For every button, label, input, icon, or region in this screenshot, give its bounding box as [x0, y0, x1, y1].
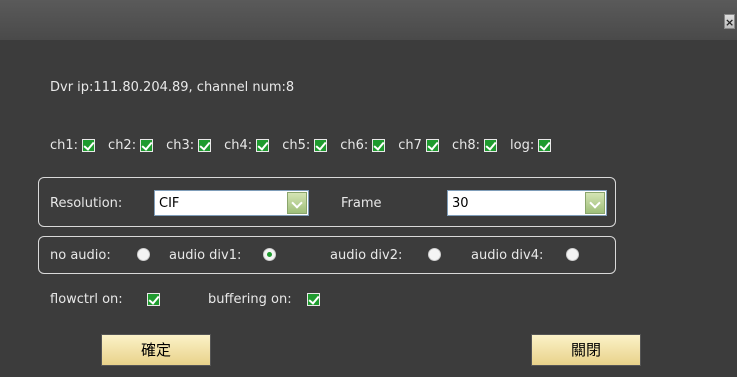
audio-div2-label: audio div2: [330, 248, 403, 263]
flowctrl-label: flowctrl on: [50, 292, 123, 307]
checkbox-checked-icon[interactable] [425, 139, 439, 152]
channel-log[interactable]: log: [510, 138, 552, 153]
channel-label: ch1: [50, 138, 79, 153]
resolution-value: CIF [159, 196, 180, 211]
checkbox-checked-icon[interactable] [256, 139, 270, 152]
channel-label: ch3: [166, 138, 195, 153]
channel-ch2[interactable]: ch2: [108, 138, 154, 153]
resolution-select[interactable]: CIF [154, 190, 309, 216]
checkbox-checked-icon[interactable] [372, 139, 386, 152]
audio-div2-radio[interactable] [428, 248, 441, 261]
audio-div4-radio[interactable] [566, 248, 579, 261]
frame-select[interactable]: 30 [447, 190, 607, 216]
checkbox-checked-icon[interactable] [538, 139, 552, 152]
channel-label: ch6: [340, 138, 369, 153]
close-icon[interactable]: × [724, 14, 735, 29]
close-button[interactable]: 關閉 [531, 334, 641, 366]
channel-ch4[interactable]: ch4: [224, 138, 270, 153]
channel-checkbox-row: ch1: ch2: ch3: ch4: ch5: ch6: ch7 ch8: l… [50, 138, 564, 153]
frame-value: 30 [452, 196, 469, 211]
audio-div1-radio[interactable] [263, 248, 276, 261]
buffering-checkbox[interactable] [307, 293, 320, 306]
channel-label: ch5: [282, 138, 311, 153]
buffering-label: buffering on: [208, 292, 292, 307]
audio-div1-label: audio div1: [169, 248, 242, 263]
flowctrl-checkbox[interactable] [147, 293, 160, 306]
checkbox-checked-icon[interactable] [314, 139, 328, 152]
settings-dialog: × Dvr ip:111.80.204.89, channel num:8 ch… [0, 0, 737, 377]
frame-label: Frame [341, 196, 382, 211]
audio-div4-label: audio div4: [471, 248, 544, 263]
no-audio-label: no audio: [50, 248, 111, 263]
channel-ch3[interactable]: ch3: [166, 138, 212, 153]
no-audio-radio[interactable] [137, 248, 150, 261]
title-bar[interactable]: × [0, 0, 737, 40]
checkbox-checked-icon[interactable] [82, 139, 96, 152]
channel-label: ch4: [224, 138, 253, 153]
channel-ch1[interactable]: ch1: [50, 138, 96, 153]
channel-ch8[interactable]: ch8: [452, 138, 497, 153]
channel-label: ch8: [451, 138, 480, 153]
checkbox-checked-icon[interactable] [198, 139, 212, 152]
channel-ch7[interactable]: ch7 [398, 138, 439, 153]
channel-label: ch2: [108, 138, 137, 153]
chevron-down-icon[interactable] [585, 192, 605, 214]
dvr-info-text: Dvr ip:111.80.204.89, channel num:8 [50, 80, 295, 95]
channel-label: ch7 [398, 138, 422, 153]
confirm-button[interactable]: 確定 [101, 334, 211, 366]
chevron-down-icon[interactable] [287, 192, 307, 214]
resolution-label: Resolution: [50, 196, 123, 211]
channel-ch6[interactable]: ch6: [340, 138, 386, 153]
channel-label: log: [510, 138, 535, 153]
checkbox-checked-icon[interactable] [484, 139, 497, 152]
checkbox-checked-icon[interactable] [140, 139, 154, 152]
channel-ch5[interactable]: ch5: [282, 138, 328, 153]
